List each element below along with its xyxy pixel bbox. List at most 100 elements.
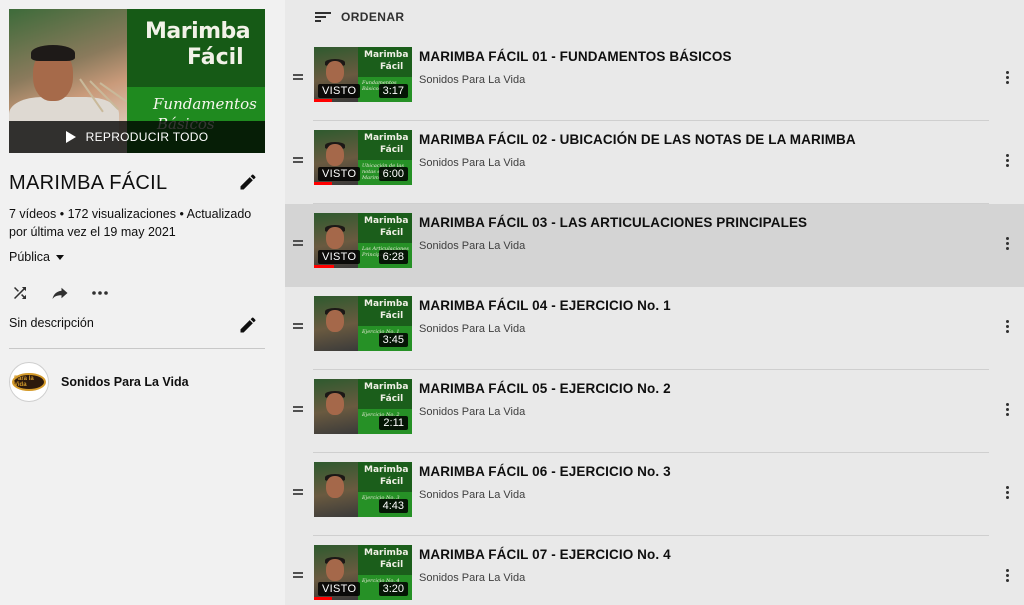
thumbnail-brand-line2: Fácil: [380, 477, 404, 487]
thumbnail-face: [326, 144, 344, 166]
duration-badge: 4:43: [378, 499, 408, 513]
video-menu-kebab-icon[interactable]: [1006, 569, 1010, 583]
video-thumbnail[interactable]: Marimba Fácil Ejercicio No. 1 3:45: [314, 296, 412, 351]
video-menu-kebab-icon[interactable]: [1006, 320, 1010, 334]
video-channel[interactable]: Sonidos Para La Vida: [419, 74, 525, 86]
playlist-video-row[interactable]: Marimba Fácil Ejercicio No. 1 3:45 MARIM…: [285, 287, 1024, 370]
privacy-label: Pública: [9, 250, 50, 264]
thumbnail-brand: Marimba Fácil: [358, 130, 412, 160]
video-channel[interactable]: Sonidos Para La Vida: [419, 157, 525, 169]
duration-badge: 6:00: [378, 167, 408, 181]
playlist-video-row[interactable]: Marimba Fácil Ubicación de las notas en …: [285, 121, 1024, 204]
hero-brand-line2: Fácil: [187, 45, 244, 70]
thumbnail-brand-line2: Fácil: [380, 228, 404, 238]
shuffle-button[interactable]: [9, 283, 31, 303]
share-button[interactable]: [49, 283, 71, 303]
drag-handle-icon[interactable]: [293, 157, 303, 163]
playlist-video-row[interactable]: Marimba Fácil Fundamentos Básicos VISTO …: [285, 38, 1024, 121]
video-title[interactable]: MARIMBA FÁCIL 02 - UBICACIÓN DE LAS NOTA…: [419, 132, 856, 147]
watch-progress-bar: [314, 597, 332, 600]
video-channel[interactable]: Sonidos Para La Vida: [419, 323, 525, 335]
video-menu-kebab-icon[interactable]: [1006, 403, 1010, 417]
duration-badge: 3:17: [378, 84, 408, 98]
video-menu-kebab-icon[interactable]: [1006, 154, 1010, 168]
watched-badge: VISTO: [318, 167, 361, 181]
video-title[interactable]: MARIMBA FÁCIL 01 - FUNDAMENTOS BÁSICOS: [419, 49, 732, 64]
thumbnail-face: [326, 227, 344, 249]
thumbnail-face: [326, 559, 344, 581]
sort-button[interactable]: ORDENAR: [315, 10, 404, 24]
hero-brand-panel: Marimba Fácil: [127, 9, 265, 87]
duration-badge: 6:28: [378, 250, 408, 264]
sort-icon: [315, 11, 331, 23]
video-menu-kebab-icon[interactable]: [1006, 486, 1010, 500]
video-thumbnail[interactable]: Marimba Fácil Las Articulaciones Princip…: [314, 213, 412, 268]
duration-badge: 2:11: [379, 416, 408, 430]
thumbnail-brand: Marimba Fácil: [358, 545, 412, 575]
watched-badge: VISTO: [318, 250, 361, 264]
drag-handle-icon[interactable]: [293, 406, 303, 412]
playlist-video-row[interactable]: Marimba Fácil Ejercicio No. 4 VISTO 3:20…: [285, 536, 1024, 605]
more-options-button[interactable]: [89, 283, 111, 303]
duration-badge: 3:20: [378, 582, 408, 596]
thumbnail-brand-line2: Fácil: [380, 62, 404, 72]
video-title[interactable]: MARIMBA FÁCIL 03 - LAS ARTICULACIONES PR…: [419, 215, 807, 230]
video-title[interactable]: MARIMBA FÁCIL 06 - EJERCICIO No. 3: [419, 464, 671, 479]
privacy-dropdown[interactable]: Pública: [9, 250, 64, 264]
hero-brand-line1: Marimba: [145, 19, 251, 44]
channel-avatar[interactable]: Para la Vida: [9, 362, 49, 402]
playlist-video-row[interactable]: Marimba Fácil Ejercicio No. 3 4:43 MARIM…: [285, 453, 1024, 536]
hero-subtitle-line1: Fundamentos: [153, 95, 257, 113]
video-title[interactable]: MARIMBA FÁCIL 04 - EJERCICIO No. 1: [419, 298, 671, 313]
playlist-video-row[interactable]: Marimba Fácil Las Articulaciones Princip…: [285, 204, 1024, 287]
playlist-title: MARIMBA FÁCIL: [9, 172, 168, 194]
channel-name[interactable]: Sonidos Para La Vida: [61, 375, 189, 389]
video-channel[interactable]: Sonidos Para La Vida: [419, 240, 525, 252]
video-title[interactable]: MARIMBA FÁCIL 07 - EJERCICIO No. 4: [419, 547, 671, 562]
divider: [9, 348, 265, 349]
playlist-hero-thumbnail[interactable]: Marimba Fácil Fundamentos Básicos REPROD…: [9, 9, 265, 153]
edit-description-pencil-icon[interactable]: [238, 315, 258, 335]
thumbnail-brand-line2: Fácil: [380, 311, 404, 321]
watch-progress-bar: [314, 99, 332, 102]
thumbnail-brand: Marimba Fácil: [358, 379, 412, 409]
thumbnail-face: [326, 476, 344, 498]
hero-photo-hair: [31, 45, 75, 61]
share-icon: [52, 287, 68, 299]
video-menu-kebab-icon[interactable]: [1006, 71, 1010, 85]
video-thumbnail[interactable]: Marimba Fácil Ejercicio No. 2 2:11: [314, 379, 412, 434]
playlist-video-row[interactable]: Marimba Fácil Ejercicio No. 2 2:11 MARIM…: [285, 370, 1024, 453]
thumbnail-brand: Marimba Fácil: [358, 213, 412, 243]
video-menu-kebab-icon[interactable]: [1006, 237, 1010, 251]
watched-badge: VISTO: [318, 582, 361, 596]
thumbnail-brand: Marimba Fácil: [358, 462, 412, 492]
edit-title-pencil-icon[interactable]: [238, 172, 258, 192]
playlist-sidebar: Marimba Fácil Fundamentos Básicos REPROD…: [0, 0, 285, 605]
video-channel[interactable]: Sonidos Para La Vida: [419, 489, 525, 501]
duration-badge: 3:45: [378, 333, 408, 347]
video-thumbnail[interactable]: Marimba Fácil Fundamentos Básicos VISTO …: [314, 47, 412, 102]
video-thumbnail[interactable]: Marimba Fácil Ejercicio No. 3 4:43: [314, 462, 412, 517]
playlist-owner[interactable]: Para la Vida Sonidos Para La Vida: [9, 362, 189, 402]
thumbnail-brand-line2: Fácil: [380, 560, 404, 570]
video-thumbnail[interactable]: Marimba Fácil Ubicación de las notas en …: [314, 130, 412, 185]
more-horizontal-icon: [92, 291, 108, 295]
watch-progress-bar: [314, 265, 334, 268]
drag-handle-icon[interactable]: [293, 240, 303, 246]
video-channel[interactable]: Sonidos Para La Vida: [419, 406, 525, 418]
thumbnail-brand-line1: Marimba: [364, 299, 409, 309]
play-all-label: REPRODUCIR TODO: [85, 130, 209, 144]
video-title[interactable]: MARIMBA FÁCIL 05 - EJERCICIO No. 2: [419, 381, 671, 396]
drag-handle-icon[interactable]: [293, 74, 303, 80]
shuffle-icon: [14, 287, 26, 299]
thumbnail-face: [326, 393, 344, 415]
video-thumbnail[interactable]: Marimba Fácil Ejercicio No. 4 VISTO 3:20: [314, 545, 412, 600]
video-channel[interactable]: Sonidos Para La Vida: [419, 572, 525, 584]
play-all-button[interactable]: REPRODUCIR TODO: [9, 121, 265, 153]
drag-handle-icon[interactable]: [293, 572, 303, 578]
play-icon: [65, 131, 76, 143]
drag-handle-icon[interactable]: [293, 323, 303, 329]
thumbnail-brand-line1: Marimba: [364, 465, 409, 475]
thumbnail-brand-line1: Marimba: [364, 548, 409, 558]
drag-handle-icon[interactable]: [293, 489, 303, 495]
